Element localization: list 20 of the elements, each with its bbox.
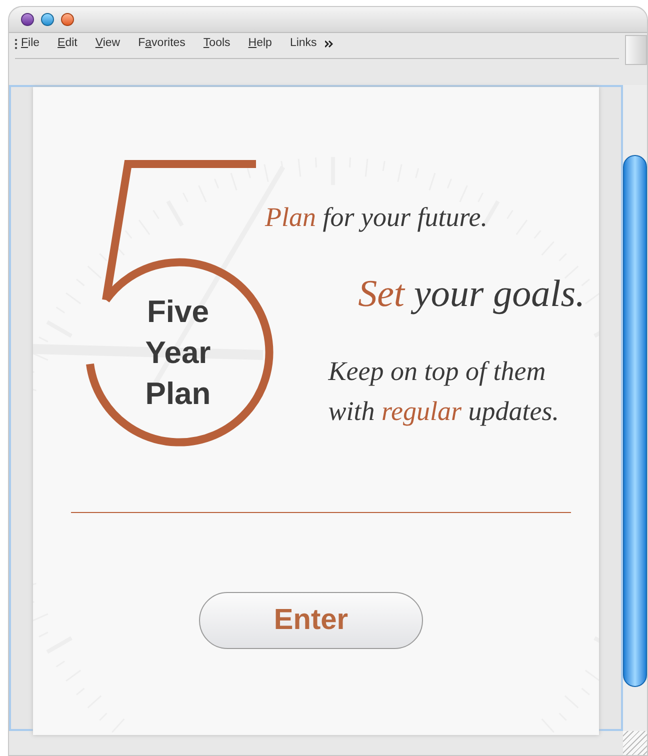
traffic-light-icon[interactable] — [21, 13, 34, 26]
traffic-light-icon[interactable] — [61, 13, 74, 26]
tagline: Plan for your future. — [265, 201, 488, 234]
menu-item[interactable]: Favorites — [138, 35, 186, 53]
resize-grip-icon[interactable] — [623, 731, 647, 755]
scrollbar[interactable] — [623, 85, 647, 731]
tagline: Set your goals. — [358, 272, 585, 317]
menu-item[interactable]: Edit — [58, 35, 78, 53]
menu-item[interactable]: Tools — [203, 35, 230, 53]
toolbar-toggle[interactable] — [625, 35, 647, 65]
enter-button[interactable]: Enter — [199, 592, 423, 649]
menu-item[interactable]: Links — [290, 35, 317, 53]
menu-item[interactable]: View — [95, 35, 120, 53]
logo-text: Five Year Plan — [144, 293, 212, 413]
traffic-light-icon[interactable] — [41, 13, 54, 26]
tagline: Keep on top of them with regular updates. — [328, 355, 559, 428]
chevron-icon[interactable] — [324, 40, 333, 48]
scrollbar-thumb[interactable] — [623, 155, 647, 687]
menu-item[interactable]: File — [21, 35, 40, 53]
menu-item[interactable]: Help — [248, 35, 272, 53]
